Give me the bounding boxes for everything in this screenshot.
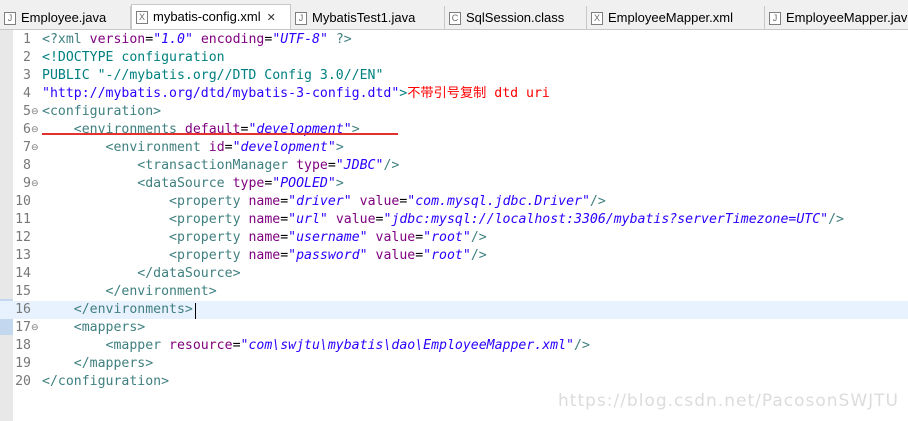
line-number: 10: [15, 194, 31, 209]
fold-icon[interactable]: ⊖: [31, 103, 39, 121]
line-number: 15: [15, 284, 31, 299]
code-text: <!DOCTYPE configuration: [42, 50, 225, 65]
code-line[interactable]: 18 <mapper resource="com\swjtu\mybatis\d…: [0, 337, 908, 355]
text-caret: [195, 303, 196, 319]
code-text: <property name="username" value="root"/>: [169, 230, 487, 245]
line-number: 1: [23, 32, 31, 47]
editor-tab-bar: J Employee.java Xmybatis-config.xml ✕ J Myb…: [0, 0, 908, 30]
code-line[interactable]: 20 </configuration>: [0, 373, 908, 391]
code-text: <mappers>: [73, 320, 146, 335]
fold-icon[interactable]: ⊖: [31, 139, 39, 157]
line-number: 16: [15, 302, 31, 317]
code-text: <transactionManager type="JDBC"/>: [137, 158, 400, 173]
line-number: 2: [23, 50, 31, 65]
tab-employeemapper-java[interactable]: J EmployeeMapper.java: [765, 6, 908, 29]
line-number: 6: [23, 122, 31, 137]
code-line[interactable]: 2 <!DOCTYPE configuration: [0, 49, 908, 67]
code-line[interactable]: 13 <property name="password" value="root…: [0, 247, 908, 265]
line-number: 12: [15, 230, 31, 245]
line-number: 20: [15, 374, 31, 389]
annotation-note: 不带引号复制 dtd uri: [407, 86, 550, 101]
code-line[interactable]: 14 </dataSource>: [0, 265, 908, 283]
line-number: 3: [23, 68, 31, 83]
code-text: <environment id="development">: [105, 140, 344, 155]
tab-employee-java[interactable]: J Employee.java: [0, 6, 131, 29]
code-text: <property name="driver" value="com.mysql…: [169, 194, 606, 209]
code-line[interactable]: 5 ⊖ <configuration>: [0, 103, 908, 121]
tab-label: mybatis-config.xml: [153, 9, 261, 24]
red-underline: [42, 133, 398, 135]
tab-employeemapper-xml[interactable]: X EmployeeMapper.xml: [587, 6, 765, 29]
code-text: <mapper resource="com\swjtu\mybatis\dao\…: [105, 338, 590, 353]
fold-icon[interactable]: ⊖: [31, 121, 39, 139]
tab-sqlsession-class[interactable]: C SqlSession.class: [445, 6, 587, 29]
java-file-icon: J: [4, 12, 16, 26]
tab-mybatistest1-java[interactable]: J MybatisTest1.java: [291, 6, 445, 29]
code-editor[interactable]: 1 <?xml version="1.0" encoding="UTF-8" ?>…: [0, 30, 908, 421]
line-number: 14: [15, 266, 31, 281]
class-file-icon: C: [449, 12, 461, 26]
code-text: <property name="url" value="jdbc:mysql:/…: [169, 212, 844, 227]
code-text: PUBLIC "-//mybatis.org//DTD Config 3.0//…: [42, 68, 384, 83]
code-text: "http://mybatis.org/dtd/mybatis-3-config…: [42, 86, 550, 101]
watermark: https://blog.csdn.net/PacosonSWJTU: [558, 391, 899, 411]
code-text: </environment>: [105, 284, 217, 299]
code-line[interactable]: 3 PUBLIC "-//mybatis.org//DTD Config 3.0/…: [0, 67, 908, 85]
line-number: 5: [23, 104, 31, 119]
line-number: 8: [23, 158, 31, 173]
code-line[interactable]: 12 <property name="username" value="root…: [0, 229, 908, 247]
code-line[interactable]: 1 <?xml version="1.0" encoding="UTF-8" ?>: [0, 31, 908, 49]
code-line[interactable]: 4 "http://mybatis.org/dtd/mybatis-3-confi…: [0, 85, 908, 103]
code-text: <property name="password" value="root"/>: [169, 248, 487, 263]
java-file-icon: J: [295, 12, 307, 26]
code-text: <configuration>: [42, 104, 162, 119]
line-number: 13: [15, 248, 31, 263]
code-line[interactable]: 17 ⊖ <mappers>: [0, 319, 908, 337]
code-text: </mappers>: [73, 356, 154, 371]
line-number: 4: [23, 86, 31, 101]
fold-icon[interactable]: ⊖: [31, 319, 39, 337]
code-line[interactable]: 10 <property name="driver" value="com.my…: [0, 193, 908, 211]
line-number: 9: [23, 176, 31, 191]
line-number: 7: [23, 140, 31, 155]
code-text: </environments>: [73, 302, 193, 317]
code-text: <dataSource type="POOLED">: [137, 176, 344, 191]
code-line[interactable]: 11 <property name="url" value="jdbc:mysq…: [0, 211, 908, 229]
code-line[interactable]: 8 <transactionManager type="JDBC"/>: [0, 157, 908, 175]
line-number: 17: [15, 320, 31, 335]
code-text: <environments default="development">: [73, 122, 360, 137]
line-number: 18: [15, 338, 31, 353]
code-line[interactable]: 16 </environments>: [0, 301, 908, 319]
tab-label: SqlSession.class: [466, 10, 565, 25]
xml-file-icon: X: [591, 12, 603, 26]
line-number: 11: [15, 212, 31, 227]
line-number: 19: [15, 356, 31, 371]
code-line[interactable]: 6 ⊖ <environments default="development">: [0, 121, 908, 139]
code-text: <?xml version="1.0" encoding="UTF-8" ?>: [42, 32, 352, 47]
tab-mybatis-config-xml[interactable]: Xmybatis-config.xml ✕: [131, 4, 291, 29]
code-line[interactable]: 9 ⊖ <dataSource type="POOLED">: [0, 175, 908, 193]
xml-file-icon: X: [136, 11, 148, 25]
code-text: </dataSource>: [137, 266, 241, 281]
close-icon[interactable]: ✕: [267, 6, 276, 29]
tab-label: EmployeeMapper.java: [786, 10, 908, 25]
code-line[interactable]: 15 </environment>: [0, 283, 908, 301]
tab-label: MybatisTest1.java: [312, 10, 416, 25]
java-file-icon: J: [769, 12, 781, 26]
fold-icon[interactable]: ⊖: [31, 175, 39, 193]
code-line[interactable]: 19 </mappers>: [0, 355, 908, 373]
tab-label: EmployeeMapper.xml: [608, 10, 733, 25]
tab-label: Employee.java: [21, 10, 107, 25]
code-line[interactable]: 7 ⊖ <environment id="development">: [0, 139, 908, 157]
code-text: </configuration>: [42, 374, 170, 389]
